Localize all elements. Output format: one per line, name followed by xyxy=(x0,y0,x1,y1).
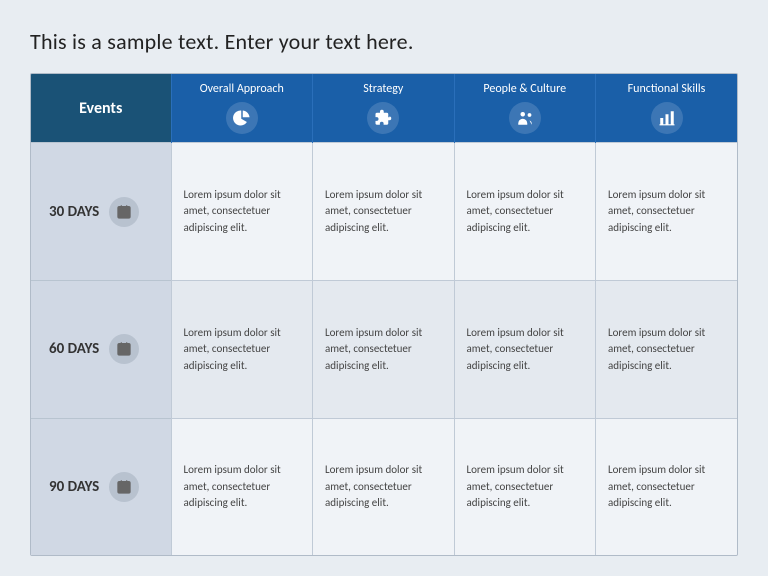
cell-text: Lorem ipsum dolor sit amet, consectetuer… xyxy=(184,462,301,512)
data-cell-90-2: Lorem ipsum dolor sit amet, consectetuer… xyxy=(454,418,596,555)
row-60-days-text: 60 DAYS xyxy=(49,340,99,358)
chart-bar-icon xyxy=(651,102,683,134)
header-col-people-culture: People & Culture xyxy=(454,74,596,143)
col-label-strategy: Strategy xyxy=(319,82,448,96)
table-row: 90 DAYS xyxy=(31,418,737,555)
puzzle-icon xyxy=(367,102,399,134)
cell-text: Lorem ipsum dolor sit amet, consectetuer… xyxy=(608,462,725,512)
row-label-90-days: 90 DAYS xyxy=(31,418,171,555)
row-label-30-days: 30 DAYS xyxy=(31,143,171,281)
header-events-cell: Events xyxy=(31,74,171,143)
col-label-functional-skills: Functional Skills xyxy=(602,82,731,96)
table-body: 30 DAYS Lorem xyxy=(31,143,737,555)
events-label: Events xyxy=(79,99,122,118)
page-container: This is a sample text. Enter your text h… xyxy=(0,0,768,576)
data-cell-90-0: Lorem ipsum dolor sit amet, consectetuer… xyxy=(171,418,313,555)
cell-text: Lorem ipsum dolor sit amet, consectetuer… xyxy=(184,325,301,375)
row-label-60-days: 60 DAYS xyxy=(31,281,171,419)
page-title: This is a sample text. Enter your text h… xyxy=(30,28,738,55)
data-cell-60-1: Lorem ipsum dolor sit amet, consectetuer… xyxy=(313,281,455,419)
col-label-overall-approach: Overall Approach xyxy=(178,82,307,96)
cell-text: Lorem ipsum dolor sit amet, consectetuer… xyxy=(608,187,725,237)
cell-text: Lorem ipsum dolor sit amet, consectetuer… xyxy=(325,187,442,237)
calendar-icon xyxy=(109,197,139,227)
cell-text: Lorem ipsum dolor sit amet, consectetuer… xyxy=(467,325,584,375)
data-cell-60-0: Lorem ipsum dolor sit amet, consectetuer… xyxy=(171,281,313,419)
table-row: 30 DAYS Lorem xyxy=(31,143,737,281)
data-cell-30-2: Lorem ipsum dolor sit amet, consectetuer… xyxy=(454,143,596,281)
data-cell-30-0: Lorem ipsum dolor sit amet, consectetuer… xyxy=(171,143,313,281)
cell-text: Lorem ipsum dolor sit amet, consectetuer… xyxy=(325,462,442,512)
cell-text: Lorem ipsum dolor sit amet, consectetuer… xyxy=(467,187,584,237)
pie-chart-icon xyxy=(226,102,258,134)
row-90-days-text: 90 DAYS xyxy=(49,478,99,496)
header-col-strategy: Strategy xyxy=(313,74,455,143)
cell-text: Lorem ipsum dolor sit amet, consectetuer… xyxy=(325,325,442,375)
col-label-people-culture: People & Culture xyxy=(461,82,590,96)
data-cell-60-3: Lorem ipsum dolor sit amet, consectetuer… xyxy=(596,281,738,419)
data-cell-90-1: Lorem ipsum dolor sit amet, consectetuer… xyxy=(313,418,455,555)
main-table-wrapper: Events Overall Approach Strategy xyxy=(30,73,738,556)
row-label-inner: 90 DAYS xyxy=(49,472,161,502)
table-row: 60 DAYS xyxy=(31,281,737,419)
row-label-inner: 30 DAYS xyxy=(49,197,161,227)
row-label-inner: 60 DAYS xyxy=(49,334,161,364)
data-cell-30-3: Lorem ipsum dolor sit amet, consectetuer… xyxy=(596,143,738,281)
main-table: Events Overall Approach Strategy xyxy=(31,74,737,555)
cell-text: Lorem ipsum dolor sit amet, consectetuer… xyxy=(184,187,301,237)
header-col-functional-skills: Functional Skills xyxy=(596,74,738,143)
data-cell-60-2: Lorem ipsum dolor sit amet, consectetuer… xyxy=(454,281,596,419)
header-row: Events Overall Approach Strategy xyxy=(31,74,737,143)
row-30-days-text: 30 DAYS xyxy=(49,203,99,221)
header-col-overall-approach: Overall Approach xyxy=(171,74,313,143)
data-cell-90-3: Lorem ipsum dolor sit amet, consectetuer… xyxy=(596,418,738,555)
calendar3-icon xyxy=(109,472,139,502)
data-cell-30-1: Lorem ipsum dolor sit amet, consectetuer… xyxy=(313,143,455,281)
calendar2-icon xyxy=(109,334,139,364)
people-icon xyxy=(509,102,541,134)
cell-text: Lorem ipsum dolor sit amet, consectetuer… xyxy=(608,325,725,375)
cell-text: Lorem ipsum dolor sit amet, consectetuer… xyxy=(467,462,584,512)
